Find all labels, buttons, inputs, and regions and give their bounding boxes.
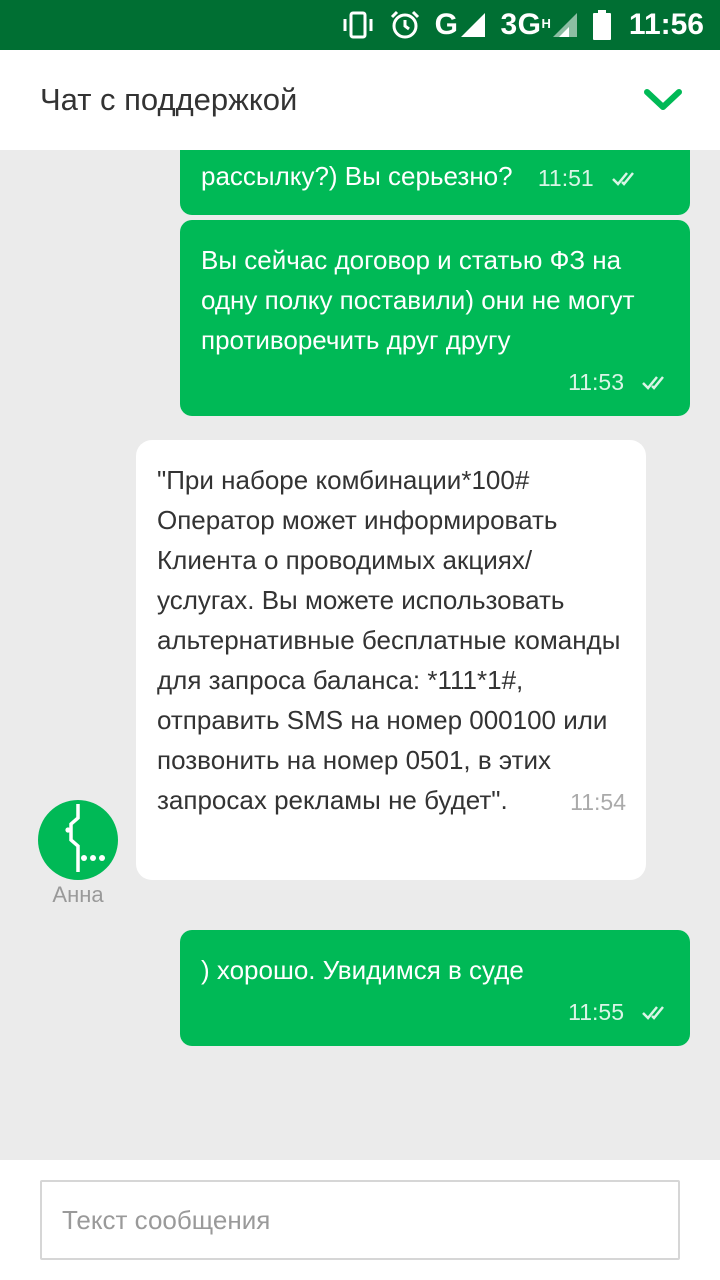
status-time: 11:56: [628, 8, 704, 41]
avatar[interactable]: [38, 800, 118, 880]
battery-icon: [592, 10, 611, 40]
message-outgoing[interactable]: рассылку?) Вы серьезно? 11:51: [180, 150, 690, 215]
message-meta: 11:53: [201, 362, 670, 402]
message-time: 11:51: [537, 165, 594, 192]
network-3g: 3G H: [501, 8, 579, 42]
chevron-down-icon: [644, 89, 682, 110]
double-check-icon: [642, 376, 664, 390]
message-incoming[interactable]: "При наборе комбинации*100# Оператор мож…: [136, 440, 646, 880]
collapse-chat-button[interactable]: [644, 88, 682, 112]
agent-name: Анна: [52, 882, 104, 907]
message-time: 11:53: [568, 369, 624, 395]
message-outgoing[interactable]: Вы сейчас договор и статью ФЗ на одну по…: [180, 220, 690, 416]
page-title: Чат с поддержкой: [40, 82, 298, 117]
signal-icon: [460, 13, 485, 37]
message-text: рассылку?) Вы серьезно?: [201, 161, 513, 191]
signal-icon: [552, 13, 577, 37]
megafon-logo-icon: [65, 804, 105, 872]
alarm-icon: [389, 9, 421, 41]
message-meta: 11:51: [538, 158, 640, 198]
vibrate-icon: [341, 10, 375, 40]
message-meta: 11:55: [201, 992, 670, 1032]
network-g: G: [435, 8, 487, 42]
message-time: 11:54: [570, 789, 626, 815]
chat-messages[interactable]: рассылку?) Вы серьезно? 11:51 Вы сейчас …: [0, 150, 720, 1160]
double-check-icon: [611, 172, 634, 186]
network-h: H: [541, 16, 551, 31]
message-time: 11:55: [568, 999, 624, 1025]
chat-header: Чат с поддержкой: [0, 50, 720, 150]
message-outgoing[interactable]: ) хорошо. Увидимся в суде 11:55: [180, 930, 690, 1046]
double-check-icon: [642, 1006, 664, 1020]
status-bar: G 3G H 11:56: [0, 0, 720, 50]
message-text: Вы сейчас договор и статью ФЗ на одну по…: [201, 245, 635, 355]
message-input[interactable]: [40, 1180, 680, 1260]
message-text: ) хорошо. Увидимся в суде: [201, 955, 524, 985]
message-text: "При наборе комбинации*100# Оператор мож…: [157, 465, 621, 815]
message-input-bar: [0, 1160, 720, 1280]
